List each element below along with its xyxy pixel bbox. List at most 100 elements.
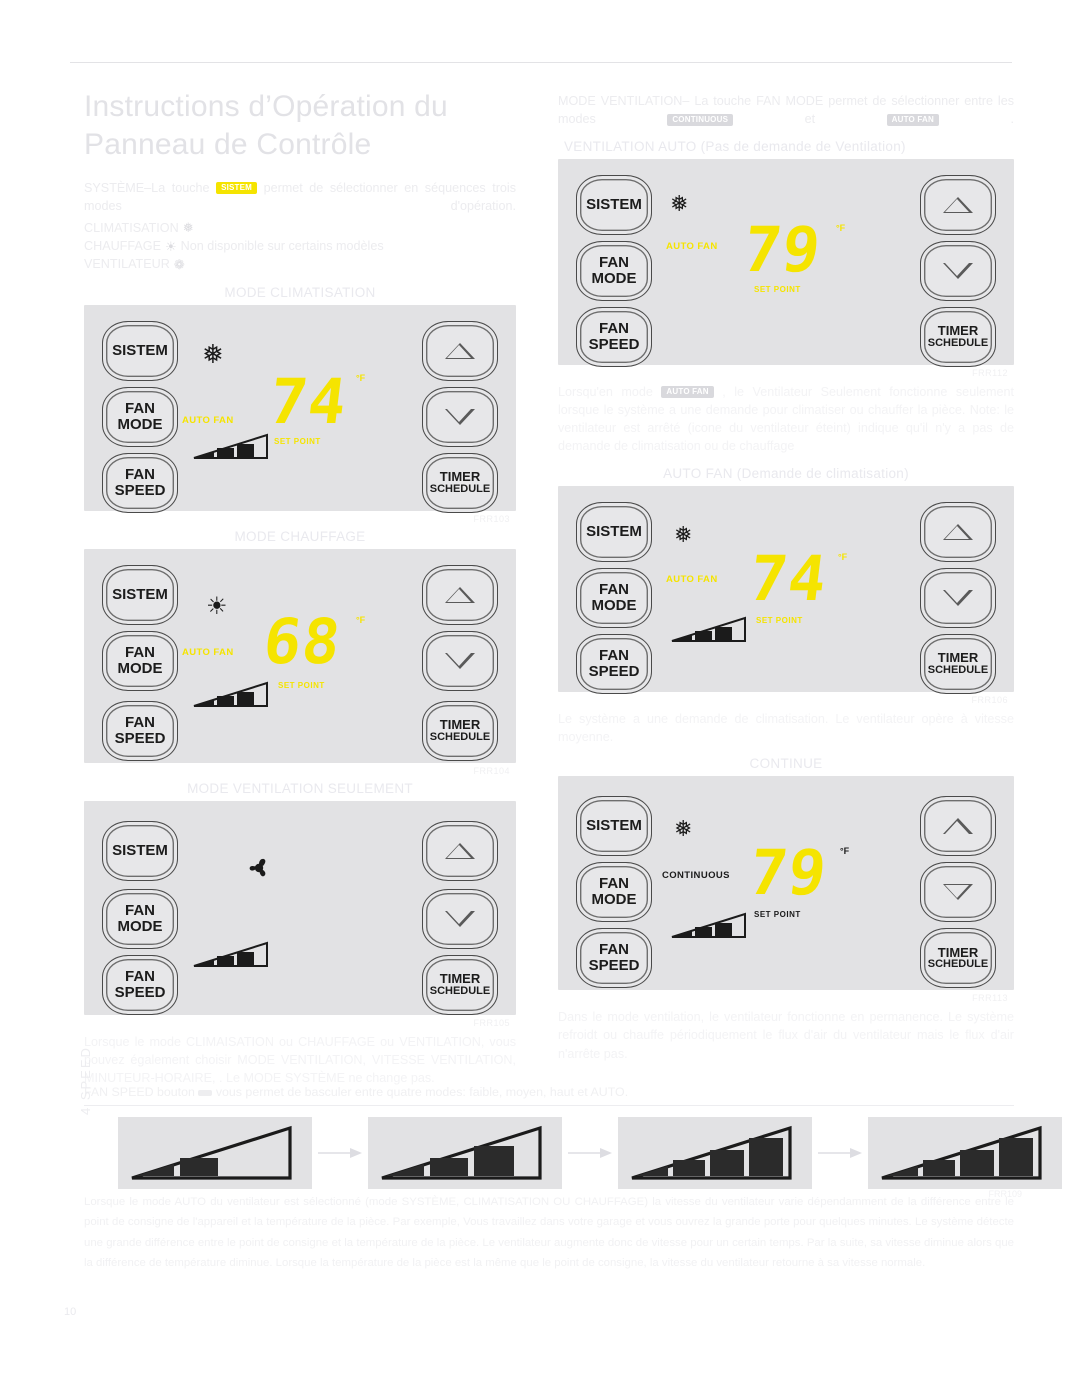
timer-button-label-2: SCHEDULE <box>927 958 989 971</box>
sistem-button[interactable]: SISTEM <box>102 320 178 381</box>
sistem-button[interactable]: SISTEM <box>102 820 178 881</box>
fan-speed-button-label-1: FAN <box>125 968 155 986</box>
panel-code-frr106: FRR106 <box>971 694 1008 705</box>
lcd-set-point-label: SET POINT <box>278 680 325 690</box>
thermostat-panel-ventilation[interactable]: SISTEM FAN MODE FAN SPEED TIMER SCHEDULE FR… <box>84 800 516 1028</box>
fan-speed-footer-paragraph: Lorsque le mode AUTO du ventilateur est … <box>84 1196 1014 1269</box>
sistem-button-label: SISTEM <box>586 522 642 540</box>
fan-speed-lead-prefix: FAN SPEED <box>84 1085 154 1099</box>
temp-down-button[interactable] <box>920 567 996 628</box>
up-triangle-icon <box>943 818 973 834</box>
fan-speed-lead-suffix: vous permet de basculer entre quatre mod… <box>215 1085 629 1099</box>
down-triangle-icon <box>943 884 973 900</box>
fan-speed-wedge-3bars <box>381 1125 542 1180</box>
temp-up-button[interactable] <box>920 796 996 856</box>
temp-up-button[interactable] <box>920 174 996 235</box>
lcd-fan-speed-wedge <box>671 616 746 642</box>
fan-mode-button-label-2: MODE <box>591 891 637 908</box>
lcd-degree-unit: °F <box>356 372 366 383</box>
lcd-fan-speed-wedge <box>193 681 268 707</box>
fan-speed-button[interactable]: FAN SPEED <box>576 306 652 367</box>
fan-speed-button[interactable]: FAN SPEED <box>102 452 178 513</box>
timer-button-label-2: SCHEDULE <box>429 482 491 495</box>
lcd-degree-unit: °F <box>838 551 848 562</box>
fan-speed-wedge-2bars <box>131 1125 292 1180</box>
fan-mode-button[interactable]: FAN MODE <box>576 240 652 301</box>
panel-code-frr103: FRR103 <box>473 513 510 524</box>
lcd-temperature: 74 <box>265 364 352 438</box>
sistem-button[interactable]: SISTEM <box>576 796 652 856</box>
timer-schedule-button[interactable]: TIMER SCHEDULE <box>422 954 498 1015</box>
sistem-button[interactable]: SISTEM <box>576 174 652 235</box>
timer-schedule-button[interactable]: TIMER SCHEDULE <box>422 452 498 513</box>
fan-mode-button[interactable]: FAN MODE <box>102 888 178 949</box>
temp-up-button[interactable] <box>920 501 996 562</box>
auto-fan-key-badge: AUTO FAN <box>886 113 939 126</box>
thermostat-panel-auto-fan-cooling[interactable]: SISTEM FAN MODE FAN SPEED TIMER SCHEDULE ❅ … <box>558 485 1014 705</box>
continuous-note: Dans le mode ventilation, le ventilateur… <box>558 1010 1014 1061</box>
lcd-set-point-label: SET POINT <box>756 615 803 625</box>
fan-mode-button[interactable]: FAN MODE <box>576 567 652 628</box>
timer-button-label-2: SCHEDULE <box>927 663 989 676</box>
mode-label-climatisation: CLIMATISATION <box>84 220 179 235</box>
timer-schedule-button[interactable]: TIMER SCHEDULE <box>920 928 996 988</box>
fan-speed-button[interactable]: FAN SPEED <box>102 700 178 761</box>
fan-speed-button[interactable]: FAN SPEED <box>102 954 178 1015</box>
mode-label-ventilateur: VENTILATEUR <box>84 257 170 272</box>
temp-down-button[interactable] <box>422 630 498 691</box>
fan-speed-lead: FAN SPEED bouton vous permet de basculer… <box>84 1085 1014 1099</box>
temp-up-button[interactable] <box>422 564 498 625</box>
temp-up-button[interactable] <box>422 320 498 381</box>
fan-mode-button[interactable]: FAN MODE <box>576 862 652 922</box>
temp-down-button[interactable] <box>920 240 996 301</box>
up-triangle-icon <box>943 196 973 213</box>
right-column: MODE VENTILATION– La touche FAN MODE per… <box>558 88 1014 1067</box>
down-triangle-icon <box>943 589 973 606</box>
panel-caption-climatisation: MODE CLIMATISATION <box>224 284 376 300</box>
panel-code-frr104: FRR104 <box>473 765 510 776</box>
fan-mode-button-label-1: FAN <box>125 400 155 418</box>
up-triangle-icon <box>445 842 475 859</box>
temp-down-button[interactable] <box>422 888 498 949</box>
thermostat-panel-chauffage[interactable]: SISTEM FAN MODE FAN SPEED TIMER SCHEDULE ☀ … <box>84 548 516 776</box>
panel-code-frr113: FRR113 <box>972 993 1008 1003</box>
timer-schedule-button[interactable]: TIMER SCHEDULE <box>920 306 996 367</box>
fan-speed-button-label-2: SPEED <box>114 481 166 499</box>
temp-down-button[interactable] <box>422 386 498 447</box>
page-title-line1: Instructions d’Opération du <box>84 90 448 123</box>
fan-mode-button[interactable]: FAN MODE <box>102 386 178 447</box>
fan-speed-button-label-2: SPEED <box>588 662 640 680</box>
timer-button-label-2: SCHEDULE <box>429 730 491 743</box>
fan-speed-arrow-3 <box>812 1147 868 1159</box>
sistem-button-label: SISTEM <box>112 341 168 359</box>
lcd-fan-mode-label: AUTO FAN <box>182 414 234 426</box>
fan-speed-step-haut <box>618 1117 812 1189</box>
fan-mode-intro-prefix: MODE VENTILATION– La touche FAN MODE per… <box>558 94 1014 127</box>
page-title-line2: Panneau de Contrôle <box>84 128 372 162</box>
fan-speed-divider <box>84 1105 1014 1106</box>
timer-schedule-button[interactable]: TIMER SCHEDULE <box>920 633 996 694</box>
lcd-temperature: 68 <box>259 604 346 678</box>
thermostat-panel-ventilation-auto[interactable]: SISTEM FAN MODE FAN SPEED TIMER SCHEDULE ❅ … <box>558 158 1014 378</box>
fan-speed-button[interactable]: FAN SPEED <box>576 928 652 988</box>
fan-speed-button[interactable]: FAN SPEED <box>576 633 652 694</box>
panel-caption-continue: CONTINUE <box>749 756 823 771</box>
header-divider <box>70 62 1012 63</box>
lcd-snowflake-icon: ❅ <box>674 521 693 547</box>
lcd-fan-speed-wedge <box>193 941 268 967</box>
timer-schedule-button[interactable]: TIMER SCHEDULE <box>422 700 498 761</box>
temp-down-button[interactable] <box>920 862 996 922</box>
sistem-button[interactable]: SISTEM <box>576 501 652 562</box>
lcd-set-point-label: SET POINT <box>274 436 321 446</box>
fan-mode-button-label-2: MODE <box>117 659 163 677</box>
fan-speed-lead-mid: bouton <box>157 1085 195 1099</box>
panel-code-frr105: FRR105 <box>473 1017 510 1028</box>
fan-speed-step-row <box>118 1117 1062 1189</box>
mode-list-item-chauffage: CHAUFFAGE ☀ Non disponible sur certains … <box>84 238 516 256</box>
thermostat-panel-climatisation[interactable]: SISTEM FAN MODE FAN SPEED TIMER SCHEDULE ❅ … <box>84 304 516 524</box>
temp-up-button[interactable] <box>422 820 498 881</box>
sistem-button[interactable]: SISTEM <box>102 564 178 625</box>
thermostat-panel-continue[interactable]: SISTEM FAN MODE FAN SPEED TIMER SCHEDULE ❅ … <box>558 776 1014 1003</box>
lcd-sun-icon: ☀ <box>206 592 228 620</box>
fan-mode-button[interactable]: FAN MODE <box>102 630 178 691</box>
